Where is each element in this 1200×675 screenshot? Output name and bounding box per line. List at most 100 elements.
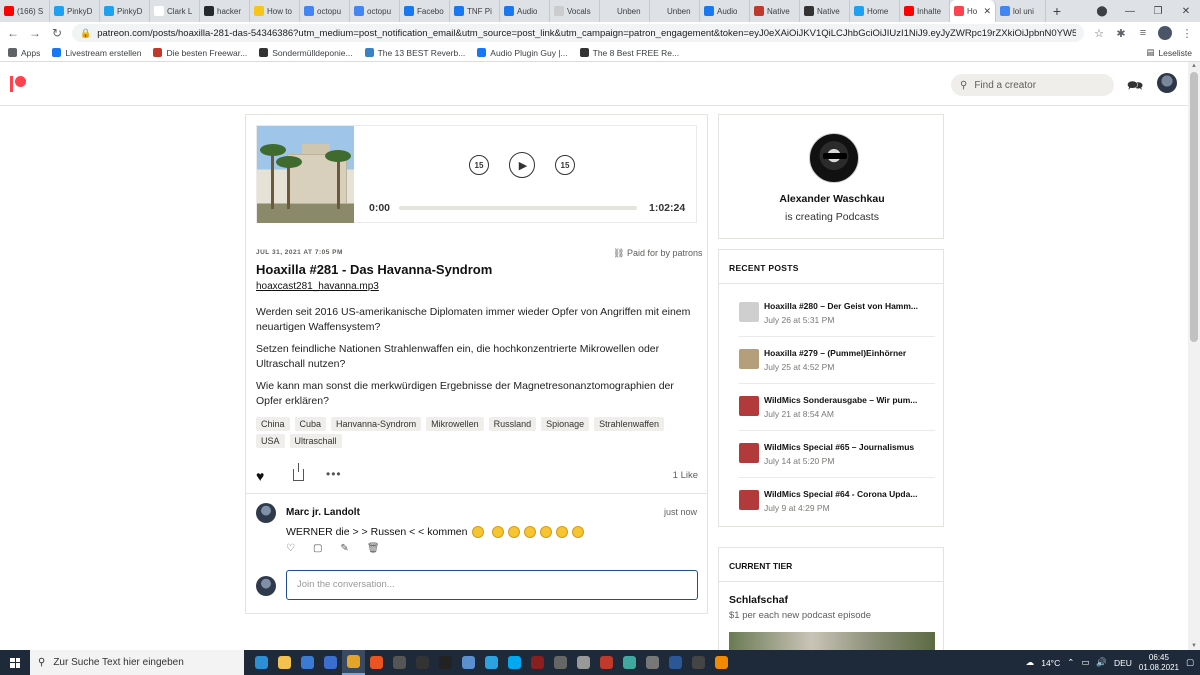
profile-avatar[interactable] xyxy=(1158,26,1172,40)
taskbar-app-ubuntu[interactable] xyxy=(365,650,388,675)
recent-post-item[interactable]: Hoaxilla #279 – (Pummel)Einhörner July 25… xyxy=(739,343,935,383)
scroll-down-icon[interactable]: ▼ xyxy=(1188,643,1200,649)
scroll-thumb[interactable] xyxy=(1190,72,1198,342)
more-options-icon[interactable]: ••• xyxy=(326,467,342,481)
browser-tab[interactable]: Audio xyxy=(500,0,550,22)
comment-author[interactable]: Marc jr. Landolt xyxy=(286,507,360,518)
taskbar-app-terminal[interactable] xyxy=(411,650,434,675)
reload-icon[interactable]: ↻ xyxy=(50,26,64,40)
taskbar-app-mail[interactable] xyxy=(319,650,342,675)
media-icon[interactable]: ≡ xyxy=(1136,27,1150,39)
taskbar-app-word[interactable] xyxy=(664,650,687,675)
bookmark-item[interactable]: Die besten Freewar... xyxy=(153,48,247,58)
browser-tab[interactable]: PinkyD xyxy=(100,0,150,22)
progress-slider[interactable] xyxy=(399,206,637,210)
browser-tab[interactable]: Unben xyxy=(650,0,700,22)
new-tab-button[interactable]: + xyxy=(1046,3,1068,19)
notifications-icon[interactable]: ▢ xyxy=(1186,657,1194,668)
comment-reply-icon[interactable]: ▢ xyxy=(313,543,322,554)
browser-tab[interactable]: Clark L xyxy=(150,0,200,22)
close-tab-icon[interactable]: ✕ xyxy=(983,6,991,17)
weather-icon[interactable]: ☁ xyxy=(1026,657,1035,668)
browser-tab[interactable]: Unben xyxy=(600,0,650,22)
browser-tab[interactable]: lol uni xyxy=(996,0,1046,22)
bookmark-item[interactable]: Audio Plugin Guy |... xyxy=(477,48,568,58)
bookmark-item[interactable]: Sondermülldeponie... xyxy=(259,48,353,58)
attachment-link[interactable]: hoaxcast281_havanna.mp3 xyxy=(256,281,379,292)
share-icon[interactable] xyxy=(293,463,304,481)
tag-chip[interactable]: Strahlenwaffen xyxy=(594,417,665,431)
reading-list[interactable]: ▤ Leseliste xyxy=(1146,47,1192,58)
like-heart-icon[interactable]: ♥ xyxy=(256,468,264,484)
comment-like-icon[interactable]: ♡ xyxy=(286,543,295,554)
skip-forward-button[interactable]: 15 xyxy=(555,155,575,175)
browser-tab[interactable]: TNF Pi xyxy=(450,0,500,22)
bookmark-item[interactable]: Apps xyxy=(8,48,40,58)
browser-tab[interactable]: Native xyxy=(750,0,800,22)
extensions-icon[interactable]: ✱ xyxy=(1114,27,1128,40)
browser-tab[interactable]: octopu xyxy=(350,0,400,22)
tray-expand-icon[interactable]: ⌃ xyxy=(1067,657,1074,668)
taskbar-app-obs[interactable] xyxy=(687,650,710,675)
comment-input[interactable]: Join the conversation... xyxy=(286,570,698,600)
taskbar-app-tools[interactable] xyxy=(572,650,595,675)
taskbar-app-app[interactable] xyxy=(641,650,664,675)
bookmark-star-icon[interactable]: ☆ xyxy=(1092,27,1106,40)
tag-chip[interactable]: USA xyxy=(256,434,285,448)
creator-name[interactable]: Alexander Waschkau xyxy=(719,193,945,205)
forward-icon[interactable]: → xyxy=(28,26,42,40)
tag-chip[interactable]: Spionage xyxy=(541,417,590,431)
tab-search-icon[interactable]: ⬤ xyxy=(1088,6,1116,17)
like-count[interactable]: 1 Like xyxy=(673,470,698,481)
tag-chip[interactable]: Cuba xyxy=(294,417,327,431)
taskbar-app-live[interactable] xyxy=(434,650,457,675)
taskbar-app-vlc[interactable] xyxy=(710,650,733,675)
commenter-avatar[interactable] xyxy=(256,503,276,523)
scroll-up-icon[interactable]: ▲ xyxy=(1188,63,1200,69)
user-avatar[interactable] xyxy=(1157,73,1177,93)
bookmark-item[interactable]: The 13 BEST Reverb... xyxy=(364,48,465,58)
taskbar-app-chrome[interactable] xyxy=(342,650,365,675)
page-scrollbar[interactable]: ▲ ▼ xyxy=(1188,62,1200,650)
tag-chip[interactable]: Ultraschall xyxy=(289,434,342,448)
recent-post-item[interactable]: WildMics Special #64 - Corona Upda... Jul… xyxy=(739,484,935,524)
weather-temp[interactable]: 14°C xyxy=(1041,658,1060,668)
network-icon[interactable]: ▭ xyxy=(1081,657,1089,668)
minimize-icon[interactable]: — xyxy=(1116,6,1144,17)
close-window-icon[interactable]: ✕ xyxy=(1172,6,1200,17)
messages-icon[interactable]: 🗪 xyxy=(1127,77,1143,99)
recent-post-item[interactable]: WildMics Special #65 – Journalismus July … xyxy=(739,437,935,477)
taskbar-app-skype[interactable] xyxy=(503,650,526,675)
browser-tab[interactable]: octopu xyxy=(300,0,350,22)
bookmark-item[interactable]: Livestream erstellen xyxy=(52,48,141,58)
browser-tab[interactable]: Inhalte xyxy=(900,0,950,22)
tag-chip[interactable]: China xyxy=(256,417,290,431)
bookmark-item[interactable]: The 8 Best FREE Re... xyxy=(579,48,679,58)
url-field[interactable]: 🔒 patreon.com/posts/hoaxilla-281-das-543… xyxy=(72,24,1084,42)
taskbar-app-store[interactable] xyxy=(296,650,319,675)
taskbar-app-telegram[interactable] xyxy=(480,650,503,675)
tag-chip[interactable]: Hanvanna-Syndrom xyxy=(331,417,422,431)
taskbar-app-explorer[interactable] xyxy=(273,650,296,675)
browser-tab[interactable]: How to xyxy=(250,0,300,22)
taskbar-app-monitor[interactable] xyxy=(526,650,549,675)
browser-tab[interactable]: (166) S xyxy=(0,0,50,22)
play-button[interactable]: ▶ xyxy=(509,152,535,178)
browser-tab[interactable]: Facebo xyxy=(400,0,450,22)
start-button[interactable] xyxy=(0,650,30,675)
menu-icon[interactable]: ⋮ xyxy=(1180,27,1194,40)
back-icon[interactable]: ← xyxy=(6,26,20,40)
volume-icon[interactable]: 🔊 xyxy=(1096,657,1107,668)
language-indicator[interactable]: DEU xyxy=(1114,658,1132,668)
taskbar-search[interactable]: ⚲ Zur Suche Text hier eingeben xyxy=(30,650,244,675)
browser-tab[interactable]: Home xyxy=(850,0,900,22)
recent-post-item[interactable]: WildMics Sonderausgabe – Wir pum... July … xyxy=(739,390,935,430)
taskbar-app-red[interactable] xyxy=(595,650,618,675)
taskbar-app-media[interactable] xyxy=(457,650,480,675)
patreon-logo[interactable] xyxy=(10,76,26,92)
taskbar-app-tool[interactable] xyxy=(388,650,411,675)
browser-tab[interactable]: hacker xyxy=(200,0,250,22)
maximize-icon[interactable]: ❐ xyxy=(1144,6,1172,17)
taskbar-app-kbd[interactable] xyxy=(549,650,572,675)
browser-tab[interactable]: Vocals xyxy=(550,0,600,22)
